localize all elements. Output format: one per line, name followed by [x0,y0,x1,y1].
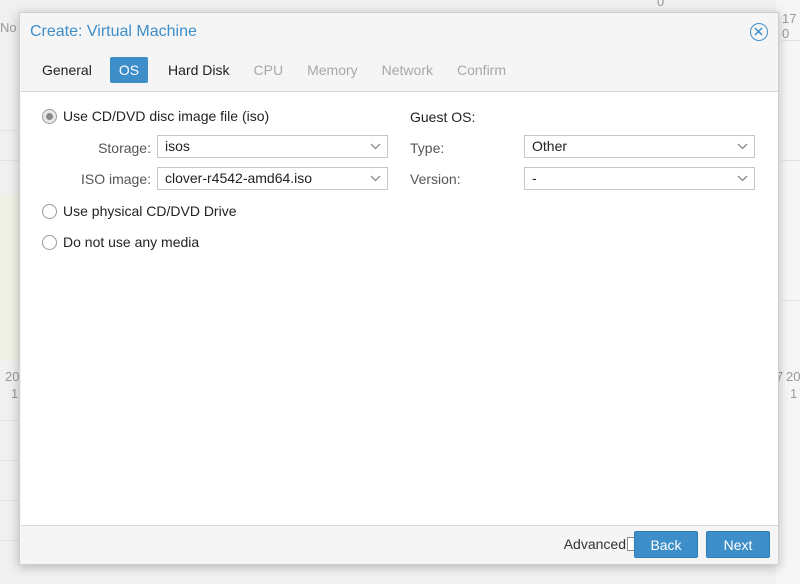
os-version-select[interactable]: - [524,167,755,190]
tab-network: Network [381,62,433,78]
storage-value: isos [165,138,190,154]
radio-button[interactable] [42,203,57,219]
chevron-down-icon [370,143,381,150]
chevron-down-icon [737,143,748,150]
radio-label: Use physical CD/DVD Drive [63,203,237,219]
dialog-footer: Advanced Back Next [20,524,778,564]
background-panel [776,0,800,584]
radio-label: Use CD/DVD disc image file (iso) [63,108,270,124]
background-text: 20 [786,369,800,384]
radio-button-checked[interactable] [42,108,57,124]
iso-image-label: ISO image: [80,171,151,187]
tab-cpu: CPU [253,62,284,78]
tab-confirm: Confirm [457,62,507,78]
storage-select[interactable]: isos [157,135,388,158]
background-text: 1 [11,386,19,401]
chevron-down-icon [370,175,381,182]
radio-use-iso[interactable]: Use CD/DVD disc image file (iso) [42,108,269,124]
background-text: 20 [5,369,20,384]
type-label: Type: [410,140,445,156]
radio-label: Do not use any media [63,234,200,250]
tab-general[interactable]: General [30,57,104,83]
background-text: 0 [657,0,665,9]
version-label: Version: [410,171,461,187]
back-button[interactable]: Back [634,531,698,558]
tab-memory: Memory [307,62,358,78]
tab-hard-disk[interactable]: Hard Disk [156,57,241,83]
storage-label: Storage: [98,140,151,156]
radio-button[interactable] [42,234,57,250]
os-type-value: Other [532,138,568,154]
radio-use-physical-drive[interactable]: Use physical CD/DVD Drive [42,203,236,219]
close-button[interactable] [750,23,768,41]
create-vm-dialog: Create: Virtual Machine General OS Hard … [19,12,779,565]
tab-os[interactable]: OS [109,57,149,83]
background-text: 1 [790,386,798,401]
chevron-down-icon [737,175,748,182]
os-panel: Use CD/DVD disc image file (iso) Storage… [21,91,778,526]
advanced-label: Advanced [563,536,626,552]
background-text: No [0,20,17,35]
os-type-select[interactable]: Other [524,135,755,158]
dialog-header: Create: Virtual Machine [20,13,778,53]
next-button[interactable]: Next [706,531,770,558]
iso-image-select[interactable]: clover-r4542-amd64.iso [157,167,388,190]
os-version-value: - [532,170,537,186]
guest-os-title: Guest OS: [410,109,476,125]
background-text: 17 [782,11,797,26]
background-gridline [782,300,800,301]
background-text: 0 [782,26,790,41]
close-icon [754,27,763,36]
radio-no-media[interactable]: Do not use any media [42,234,199,250]
wizard-tabs: General OS Hard Disk CPU Memory Network … [30,57,518,87]
iso-image-value: clover-r4542-amd64.iso [165,170,313,186]
background-gridline [782,160,800,161]
dialog-title: Create: Virtual Machine [30,23,197,40]
